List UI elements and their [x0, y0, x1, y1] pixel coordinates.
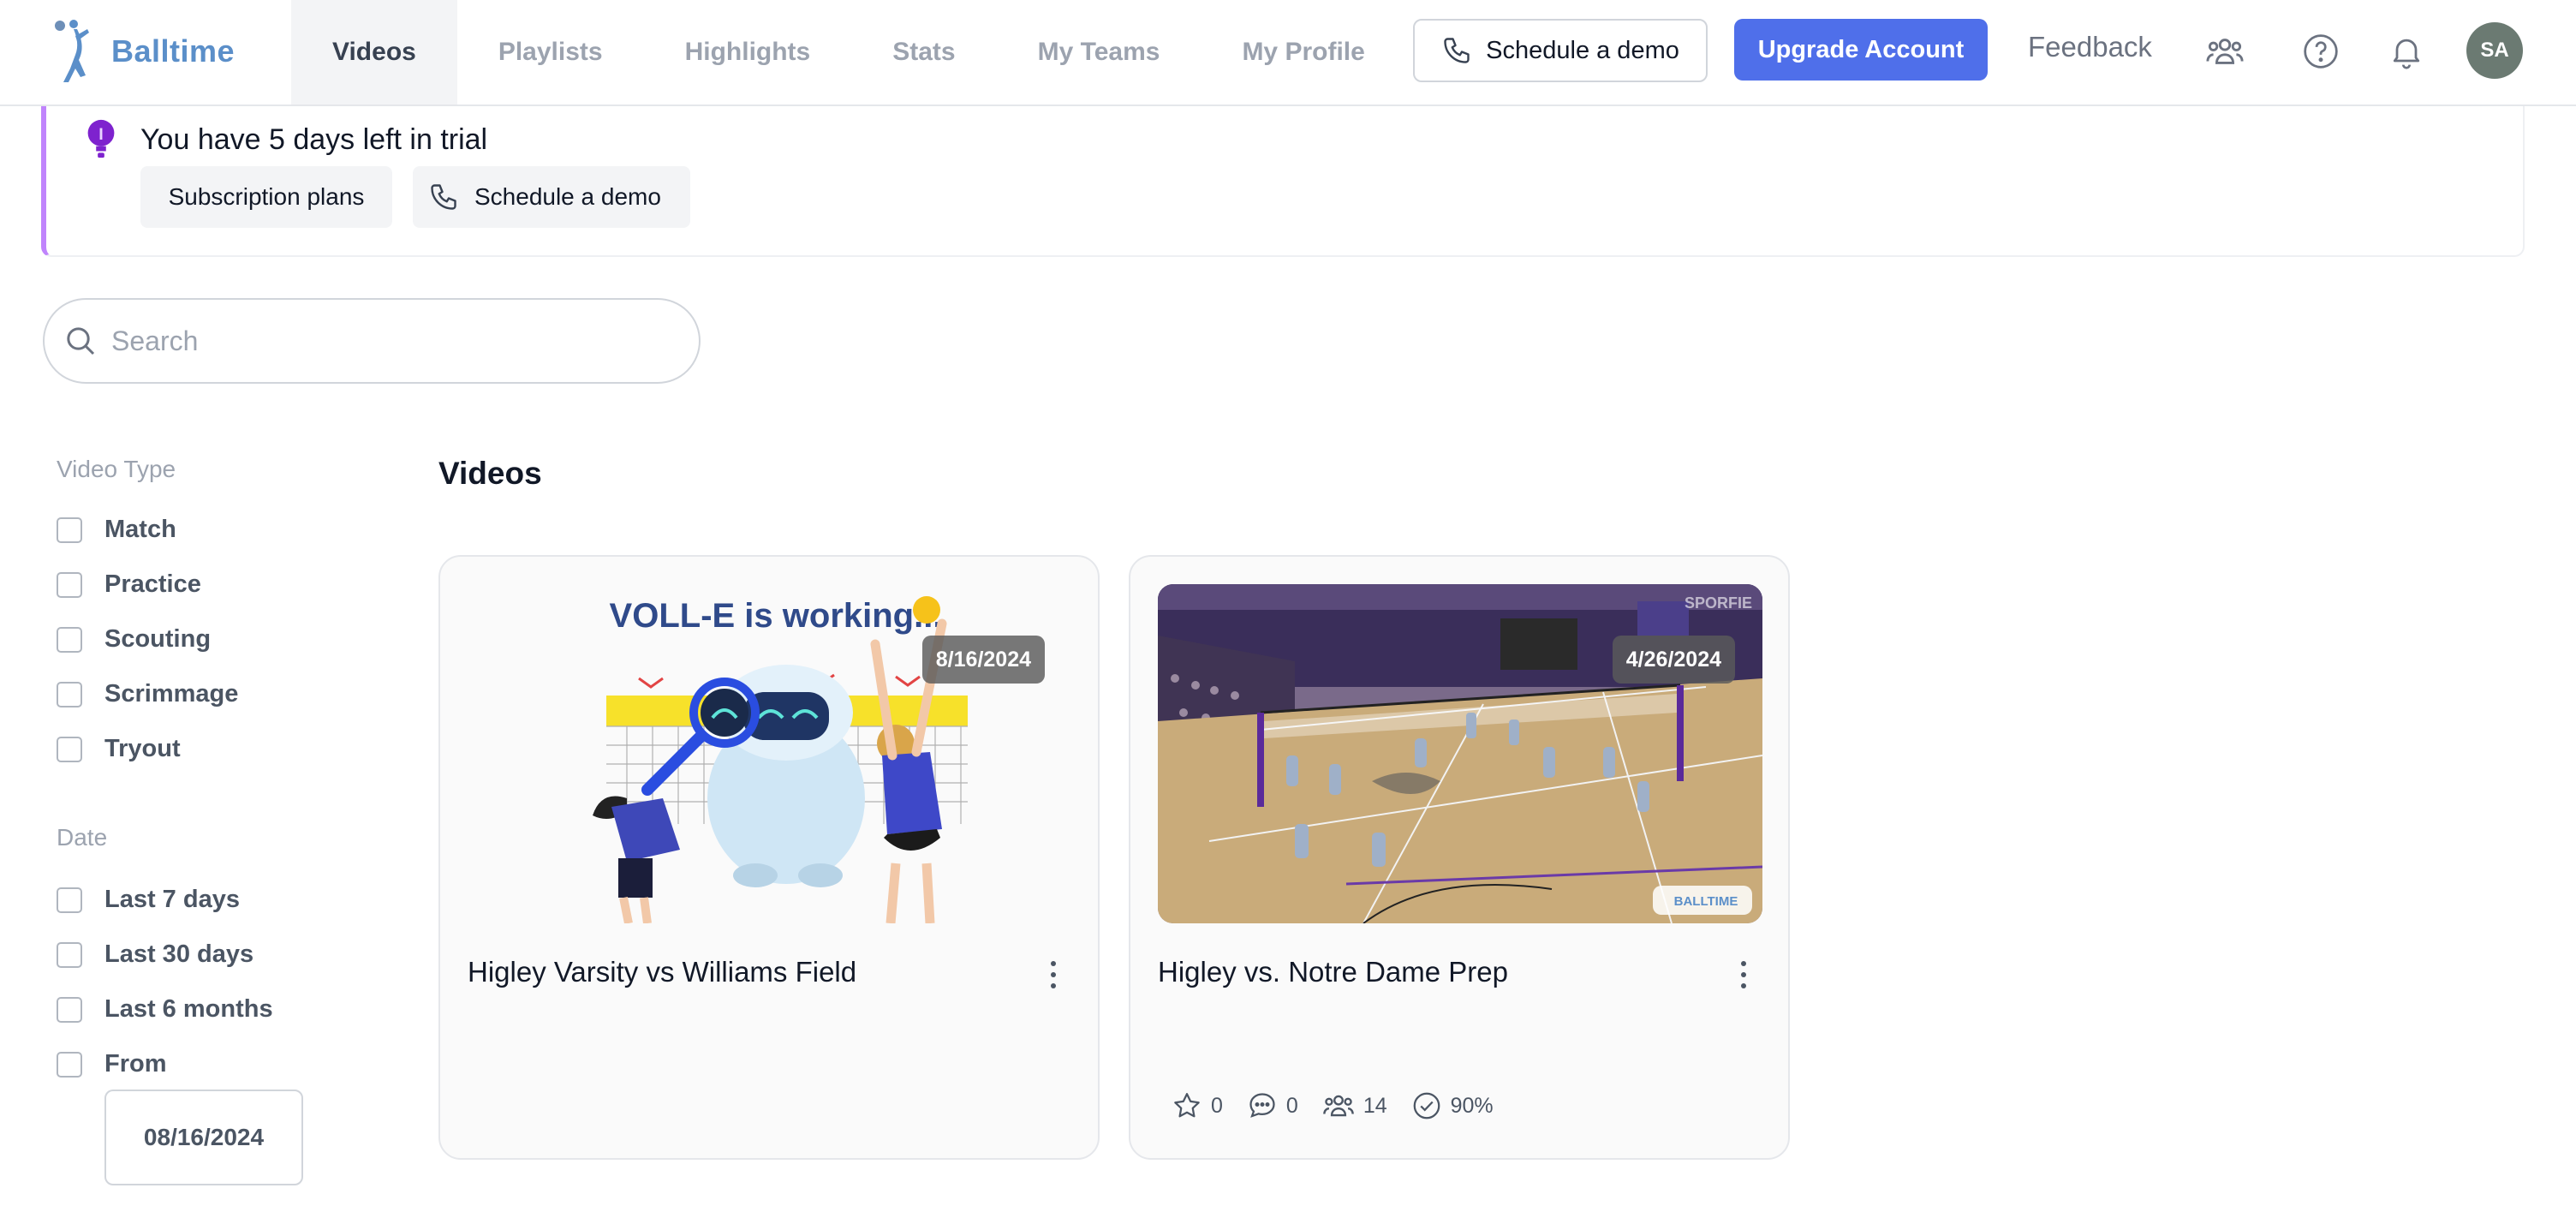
comment-count-value: 0 [1285, 1093, 1298, 1118]
progress-value: 90% [1450, 1093, 1494, 1118]
thumbnail-caption: VOLL-E is working... [610, 597, 943, 635]
user-avatar[interactable]: SA [2466, 22, 2523, 79]
videos-section-title: Videos [438, 456, 542, 491]
filter-match[interactable]: Match [57, 516, 176, 544]
last-6-months-checkbox[interactable] [57, 996, 82, 1023]
video-card[interactable]: VOLL-E is working... 8/16/2024 Higley Va… [438, 555, 1100, 1160]
team-icon[interactable] [2199, 26, 2251, 77]
tab-highlights[interactable]: Highlights [644, 0, 852, 104]
phone-icon [431, 184, 456, 210]
schedule-demo-button[interactable]: Schedule a demo [1413, 19, 1708, 82]
video-date-badge: 8/16/2024 [921, 636, 1045, 684]
scrimmage-checkbox[interactable] [57, 681, 82, 707]
filter-label: Scouting [104, 625, 212, 653]
brand-name: Balltime [111, 33, 236, 69]
filter-label: Scrimmage [104, 680, 239, 707]
comment-icon [1249, 1093, 1275, 1118]
filter-label: Match [104, 516, 176, 543]
tab-my-teams[interactable]: My Teams [997, 0, 1202, 104]
filter-practice[interactable]: Practice [57, 570, 201, 599]
video-title[interactable]: Higley vs. Notre Dame Prep [1158, 956, 1508, 988]
tab-stats[interactable]: Stats [851, 0, 996, 104]
from-checkbox[interactable] [57, 1051, 82, 1078]
filter-from[interactable]: From [57, 1050, 167, 1078]
filter-label: Last 7 days [104, 886, 240, 913]
search-input[interactable] [111, 325, 625, 357]
brand-logo-link[interactable]: Balltime [48, 15, 235, 87]
processing-progress: 90% [1411, 1090, 1494, 1121]
player-count-value: 14 [1363, 1093, 1387, 1118]
bell-icon[interactable] [2381, 26, 2432, 77]
main-tabs: Videos Playlists Highlights Stats My Tea… [291, 0, 1406, 104]
filter-label: Last 6 months [104, 995, 273, 1023]
filter-scouting[interactable]: Scouting [57, 625, 211, 654]
more-options-icon[interactable] [1733, 958, 1754, 992]
phone-icon [1444, 38, 1470, 63]
banner-schedule-demo-label: Schedule a demo [474, 183, 661, 210]
upgrade-account-button[interactable]: Upgrade Account [1734, 19, 1988, 81]
match-checkbox[interactable] [57, 516, 82, 543]
tab-playlists[interactable]: Playlists [457, 0, 644, 104]
video-thumbnail[interactable]: SPORFIE BALLTIME 4/26/2024 [1158, 584, 1762, 923]
filter-scrimmage[interactable]: Scrimmage [57, 680, 238, 708]
date-heading: Date [57, 824, 108, 851]
banner-schedule-demo-button[interactable]: Schedule a demo [413, 166, 690, 228]
star-count-value: 0 [1211, 1093, 1223, 1118]
video-title[interactable]: Higley Varsity vs Williams Field [468, 956, 856, 988]
subscription-plans-button[interactable]: Subscription plans [140, 166, 392, 228]
tab-my-profile[interactable]: My Profile [1201, 0, 1405, 104]
star-count[interactable]: 0 [1172, 1090, 1223, 1121]
video-thumbnail[interactable]: VOLL-E is working... 8/16/2024 [468, 584, 1072, 923]
balltime-watermark: BALLTIME [1674, 894, 1738, 909]
feedback-link[interactable]: Feedback [2028, 31, 2152, 63]
tab-videos[interactable]: Videos [291, 0, 457, 104]
trial-banner: You have 5 days left in trial Subscripti… [41, 106, 2525, 257]
schedule-demo-label: Schedule a demo [1486, 36, 1679, 64]
scouting-checkbox[interactable] [57, 626, 82, 653]
top-navigation: Balltime Videos Playlists Highlights Sta… [0, 0, 2576, 106]
filter-tryout[interactable]: Tryout [57, 735, 181, 763]
check-circle-icon [1413, 1092, 1440, 1119]
filter-last-6-months[interactable]: Last 6 months [57, 995, 273, 1024]
filter-label: Last 30 days [104, 940, 254, 968]
tryout-checkbox[interactable] [57, 736, 82, 762]
filter-label: Practice [104, 570, 201, 598]
practice-checkbox[interactable] [57, 571, 82, 598]
video-type-heading: Video Type [57, 456, 176, 482]
last-30-days-checkbox[interactable] [57, 941, 82, 968]
team-icon [1323, 1095, 1354, 1117]
filter-label: From [104, 1050, 167, 1078]
filter-last-7-days[interactable]: Last 7 days [57, 886, 240, 914]
filter-label: Tryout [104, 735, 181, 762]
comment-count[interactable]: 0 [1247, 1090, 1298, 1121]
star-icon [1174, 1093, 1200, 1118]
volleyball-player-logo-icon [55, 20, 89, 82]
filter-last-30-days[interactable]: Last 30 days [57, 940, 253, 969]
lightbulb-icon [87, 119, 115, 158]
from-date-input[interactable]: 08/16/2024 [104, 1090, 303, 1185]
video-card[interactable]: SPORFIE BALLTIME 4/26/2024 Higley vs. No… [1129, 555, 1790, 1160]
video-date-badge: 4/26/2024 [1612, 636, 1735, 684]
search-box [43, 298, 701, 384]
sporfie-watermark: SPORFIE [1685, 594, 1752, 612]
more-options-icon[interactable] [1043, 958, 1064, 992]
trial-message: You have 5 days left in trial [140, 123, 488, 156]
player-count[interactable]: 14 [1322, 1090, 1387, 1122]
help-icon[interactable] [2295, 26, 2346, 77]
last-7-days-checkbox[interactable] [57, 887, 82, 913]
search-icon [67, 327, 95, 355]
video-stats: 0 0 14 90% [1172, 1090, 1502, 1122]
